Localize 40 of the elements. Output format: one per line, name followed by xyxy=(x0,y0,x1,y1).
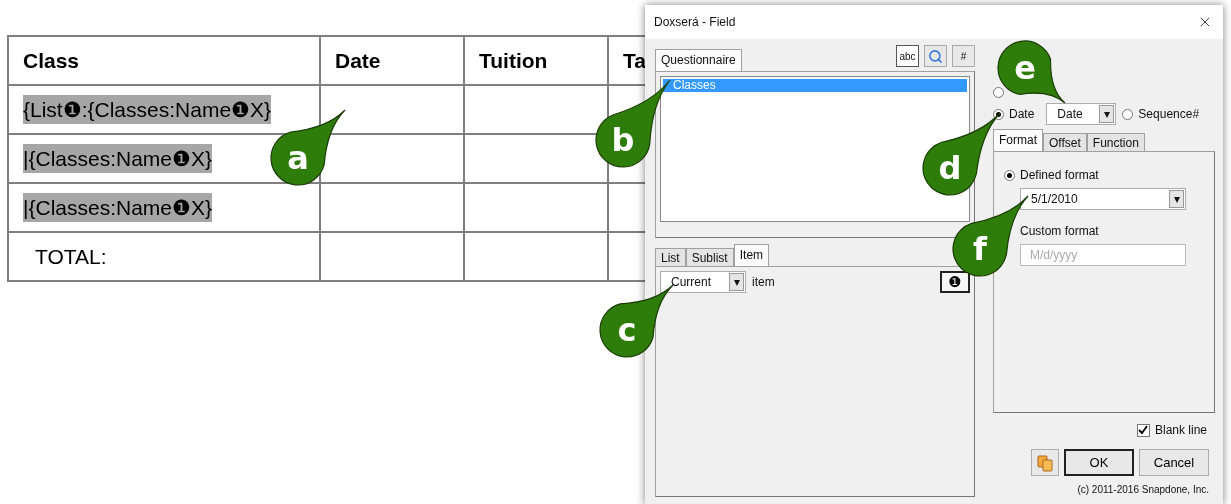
tab[interactable]: Item xyxy=(733,244,770,266)
tab[interactable]: Sublist xyxy=(685,248,734,266)
callout-marker: a xyxy=(270,109,346,186)
toolbar-button[interactable]: abc xyxy=(896,45,919,67)
tab[interactable]: Format xyxy=(993,129,1043,151)
callout-marker: d xyxy=(922,112,1001,196)
tab[interactable]: Offset xyxy=(1043,133,1087,151)
item-dropdown[interactable]: Current ▾ xyxy=(660,271,746,293)
questionnaire-tab[interactable]: Questionnaire xyxy=(655,49,742,71)
tab[interactable]: List xyxy=(655,248,686,266)
cancel-button[interactable]: Cancel xyxy=(1139,449,1209,476)
blank-line-checkbox[interactable]: Blank line xyxy=(1136,423,1207,437)
copyright-text: (c) 2011-2016 Snapdone, Inc. xyxy=(1077,484,1209,495)
callout-marker: b xyxy=(595,79,671,168)
tab[interactable]: Function xyxy=(1086,133,1145,151)
search-icon xyxy=(928,48,943,64)
field-code: TOTAL: xyxy=(35,243,107,270)
column-header: Class xyxy=(8,36,320,85)
date-dropdown[interactable]: Date ▾ xyxy=(1046,103,1117,125)
format-radio[interactable]: Defined format xyxy=(1004,168,1204,182)
field-code: |{Classes:Name❶X} xyxy=(23,192,213,222)
custom-format-label: Custom format xyxy=(1019,224,1100,238)
window-title: Doxserá - Field xyxy=(654,15,736,29)
field-code: |{Classes:Name❶X} xyxy=(23,143,213,173)
field-code: {List❶:{Classes:Name❶X} xyxy=(23,94,272,124)
paste-button[interactable] xyxy=(1031,449,1059,476)
column-header: Date xyxy=(320,36,464,85)
format-dropdown[interactable]: 5/1/2010 ▾ xyxy=(1020,188,1186,210)
ok-button[interactable]: OK xyxy=(1064,449,1134,476)
callout-marker: e xyxy=(997,40,1066,104)
type-radio[interactable] xyxy=(993,86,1004,98)
search-button[interactable] xyxy=(924,45,947,67)
column-header: Tuition xyxy=(464,36,608,85)
type-radio[interactable]: Sequence# xyxy=(1122,107,1200,121)
toolbar-button[interactable]: # xyxy=(952,45,975,67)
number-button[interactable]: ❶ xyxy=(940,271,970,293)
check-icon xyxy=(1138,425,1149,435)
clipboard-icon xyxy=(1036,453,1054,472)
item-label: item xyxy=(752,275,775,289)
custom-format-field[interactable]: M/d/yyyy xyxy=(1020,244,1186,266)
